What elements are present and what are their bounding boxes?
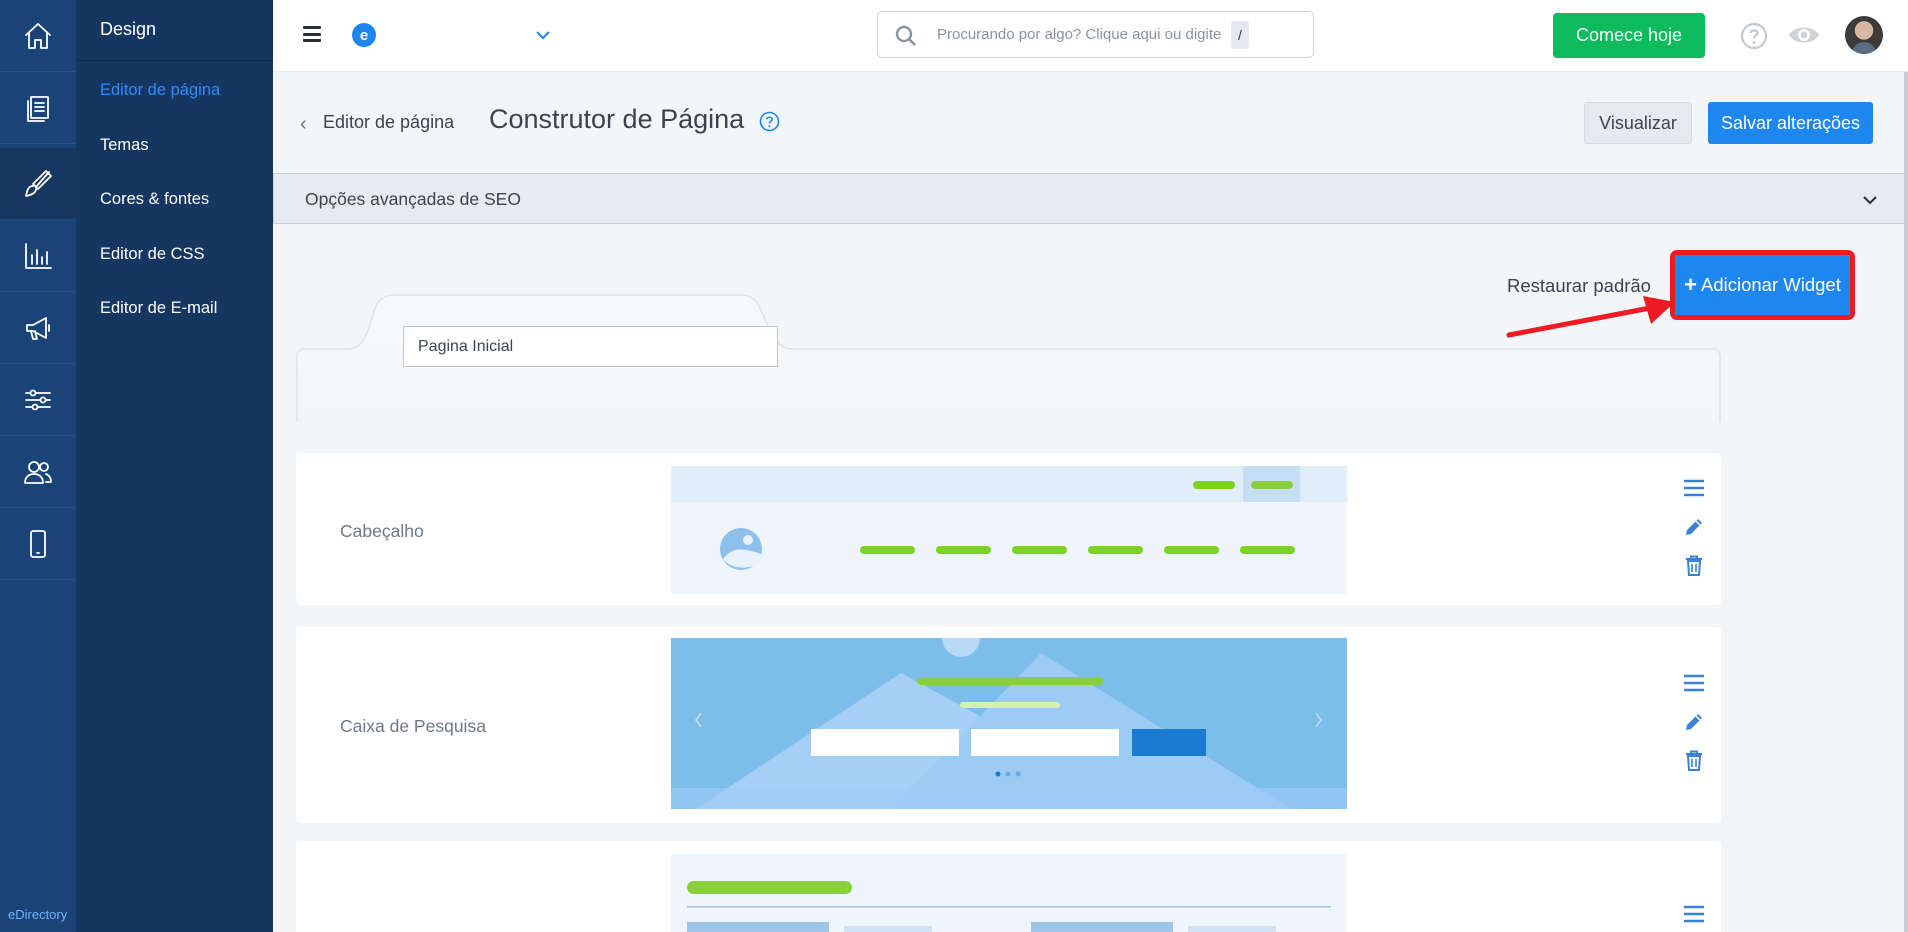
sidebar-item-css-editor[interactable]: Editor de CSS [100, 245, 205, 264]
home-icon [25, 22, 51, 49]
rail-design[interactable] [0, 148, 76, 220]
drag-handle-icon[interactable] [1683, 477, 1705, 499]
back-chevron-icon[interactable]: ‹ [300, 113, 307, 136]
chart-icon [25, 242, 52, 269]
sidebar-item-page-editor[interactable]: Editor de página [100, 81, 220, 100]
top-bar: e Procurando por algo? Clique aqui ou di… [273, 0, 1908, 72]
sidebar-item-themes[interactable]: Temas [100, 136, 149, 155]
rail-home[interactable] [0, 0, 76, 72]
add-widget-label: Adicionar Widget [1701, 274, 1841, 295]
eye-icon[interactable] [1786, 20, 1822, 50]
delete-trash-icon[interactable] [1683, 554, 1705, 576]
search-icon [895, 25, 916, 46]
header-widget-preview [671, 466, 1347, 594]
sidebar-title: Design [100, 19, 157, 39]
hamburger-menu-icon[interactable] [303, 26, 321, 42]
breadcrumb[interactable]: Editor de página [323, 112, 454, 133]
help-icon[interactable] [1740, 22, 1768, 50]
widget-label: Caixa de Pesquisa [340, 716, 486, 736]
design-sidebar: Design Editor de página Temas Cores & fo… [76, 0, 273, 932]
scrollbar[interactable] [1904, 72, 1908, 932]
chevron-down-icon[interactable] [532, 24, 554, 46]
third-widget-preview [671, 854, 1347, 932]
rail-pages[interactable] [0, 72, 76, 144]
edit-pencil-icon[interactable] [1683, 516, 1705, 538]
start-today-button[interactable]: Comece hoje [1553, 13, 1705, 58]
widget-card-third [296, 841, 1721, 932]
brush-icon [25, 169, 52, 197]
widget-label: Cabeçalho [340, 521, 424, 541]
sidebar-item-email-editor[interactable]: Editor de E-mail [100, 299, 217, 318]
rail-mobile[interactable] [0, 508, 76, 580]
mobile-icon [30, 529, 46, 558]
rail-users[interactable] [0, 436, 76, 508]
delete-trash-icon[interactable] [1683, 749, 1705, 771]
search-shortcut-key: / [1231, 21, 1249, 49]
sidebar-item-colors-fonts[interactable]: Cores & fontes [100, 190, 209, 209]
sidebar-divider [76, 60, 273, 61]
users-icon [24, 460, 52, 484]
widget-card-header: Cabeçalho [296, 453, 1721, 605]
save-changes-button[interactable]: Salvar alterações [1708, 102, 1873, 144]
preview-button[interactable]: Visualizar [1584, 102, 1692, 144]
drag-handle-icon[interactable] [1683, 672, 1705, 694]
page-name-input[interactable] [403, 326, 778, 367]
sliders-icon [25, 389, 51, 410]
edit-pencil-icon[interactable] [1683, 711, 1705, 733]
rail-marketing[interactable] [0, 292, 76, 364]
search-placeholder: Procurando por algo? Clique aqui ou digi… [937, 26, 1222, 43]
widget-card-search-box: Caixa de Pesquisa [296, 627, 1721, 823]
rail-reports[interactable] [0, 220, 76, 292]
search-input[interactable]: Procurando por algo? Clique aqui ou digi… [877, 11, 1314, 58]
icon-rail: eDirectory [0, 0, 76, 932]
page-title: Construtor de Página [489, 104, 745, 134]
brand-footer[interactable]: eDirectory [8, 907, 67, 922]
user-avatar[interactable] [1845, 16, 1883, 54]
rail-settings[interactable] [0, 364, 76, 436]
pages-icon [27, 95, 49, 122]
search-box-widget-preview [671, 638, 1347, 809]
site-logo[interactable]: e [352, 23, 376, 47]
chevron-down-icon [1863, 196, 1877, 205]
megaphone-icon [26, 316, 50, 340]
drag-handle-icon[interactable] [1683, 903, 1705, 925]
seo-options-accordion[interactable]: Opções avançadas de SEO [273, 173, 1905, 224]
seo-options-label: Opções avançadas de SEO [305, 189, 521, 209]
help-circle-icon[interactable] [759, 111, 780, 132]
